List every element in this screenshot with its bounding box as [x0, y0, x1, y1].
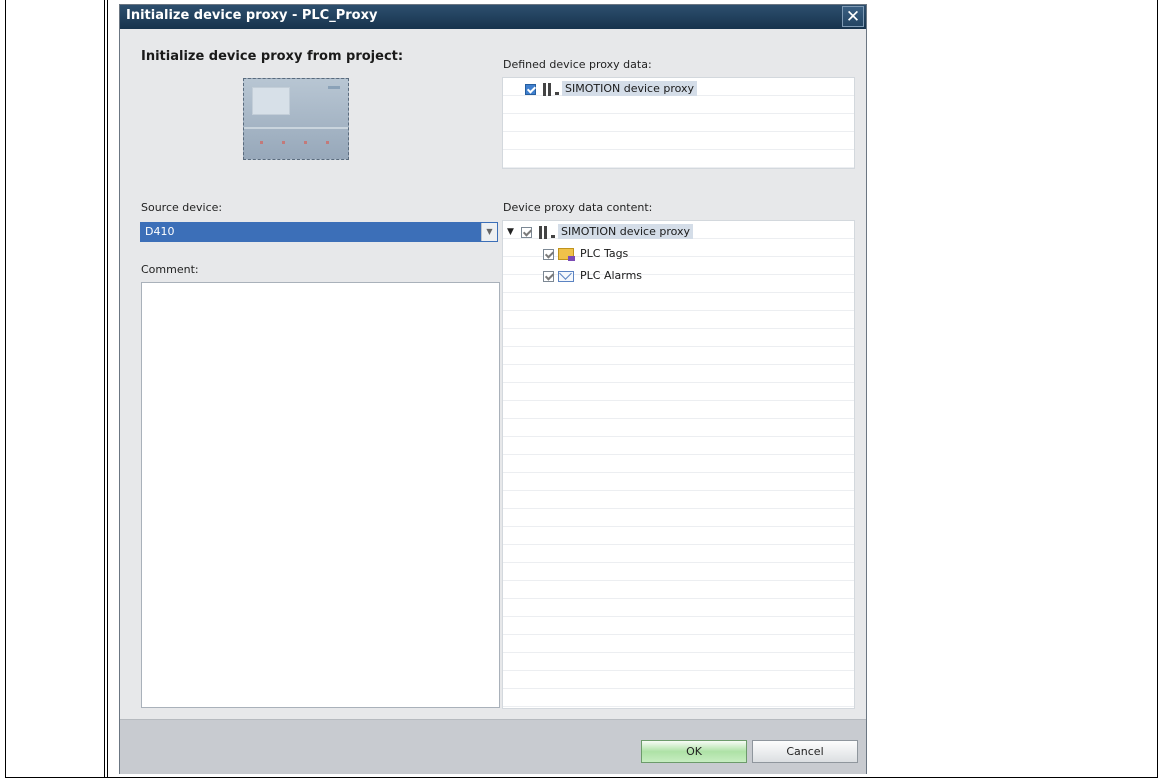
table-divider: [104, 0, 105, 778]
tree-item-label: SIMOTION device proxy: [558, 224, 694, 239]
plc-alarms-icon: [558, 271, 574, 282]
cancel-button[interactable]: Cancel: [752, 740, 858, 763]
chevron-down-icon[interactable]: ▼: [481, 223, 497, 241]
checkbox[interactable]: [521, 227, 532, 238]
checkbox[interactable]: [543, 249, 554, 260]
comment-label: Comment:: [141, 263, 199, 276]
dialog-title-bar[interactable]: Initialize device proxy - PLC_Proxy ✕: [120, 5, 866, 29]
source-device-value: D410: [145, 225, 175, 238]
source-device-select[interactable]: D410 ▼: [140, 222, 498, 242]
device-proxy-icon: [537, 226, 555, 239]
tree-item-label: PLC Tags: [580, 247, 629, 260]
expand-triangle-icon[interactable]: ▼: [507, 227, 514, 237]
checkbox[interactable]: [543, 271, 554, 282]
plc-tags-folder-icon: [558, 248, 575, 261]
tree-item-label: PLC Alarms: [580, 269, 643, 282]
content-tree[interactable]: ▼ SIMOTION device proxy PLC Tags PLC Ala…: [502, 220, 855, 709]
ok-button[interactable]: OK: [641, 740, 747, 763]
table-divider: [107, 0, 108, 778]
close-icon[interactable]: ✕: [842, 6, 864, 27]
checkbox[interactable]: [525, 84, 536, 95]
project-heading: Initialize device proxy from project:: [141, 49, 404, 64]
defined-data-label: Defined device proxy data:: [503, 58, 652, 71]
source-device-label: Source device:: [141, 201, 223, 214]
list-item-label: SIMOTION device proxy: [562, 81, 698, 96]
defined-data-list[interactable]: SIMOTION device proxy: [502, 77, 855, 169]
device-thumbnail: [243, 78, 349, 160]
comment-textarea[interactable]: [141, 282, 500, 708]
dialog-title: Initialize device proxy - PLC_Proxy: [126, 8, 378, 23]
device-proxy-icon: [541, 83, 559, 96]
content-label: Device proxy data content:: [503, 201, 653, 214]
initialize-device-proxy-dialog: Initialize device proxy - PLC_Proxy ✕ In…: [119, 4, 867, 774]
